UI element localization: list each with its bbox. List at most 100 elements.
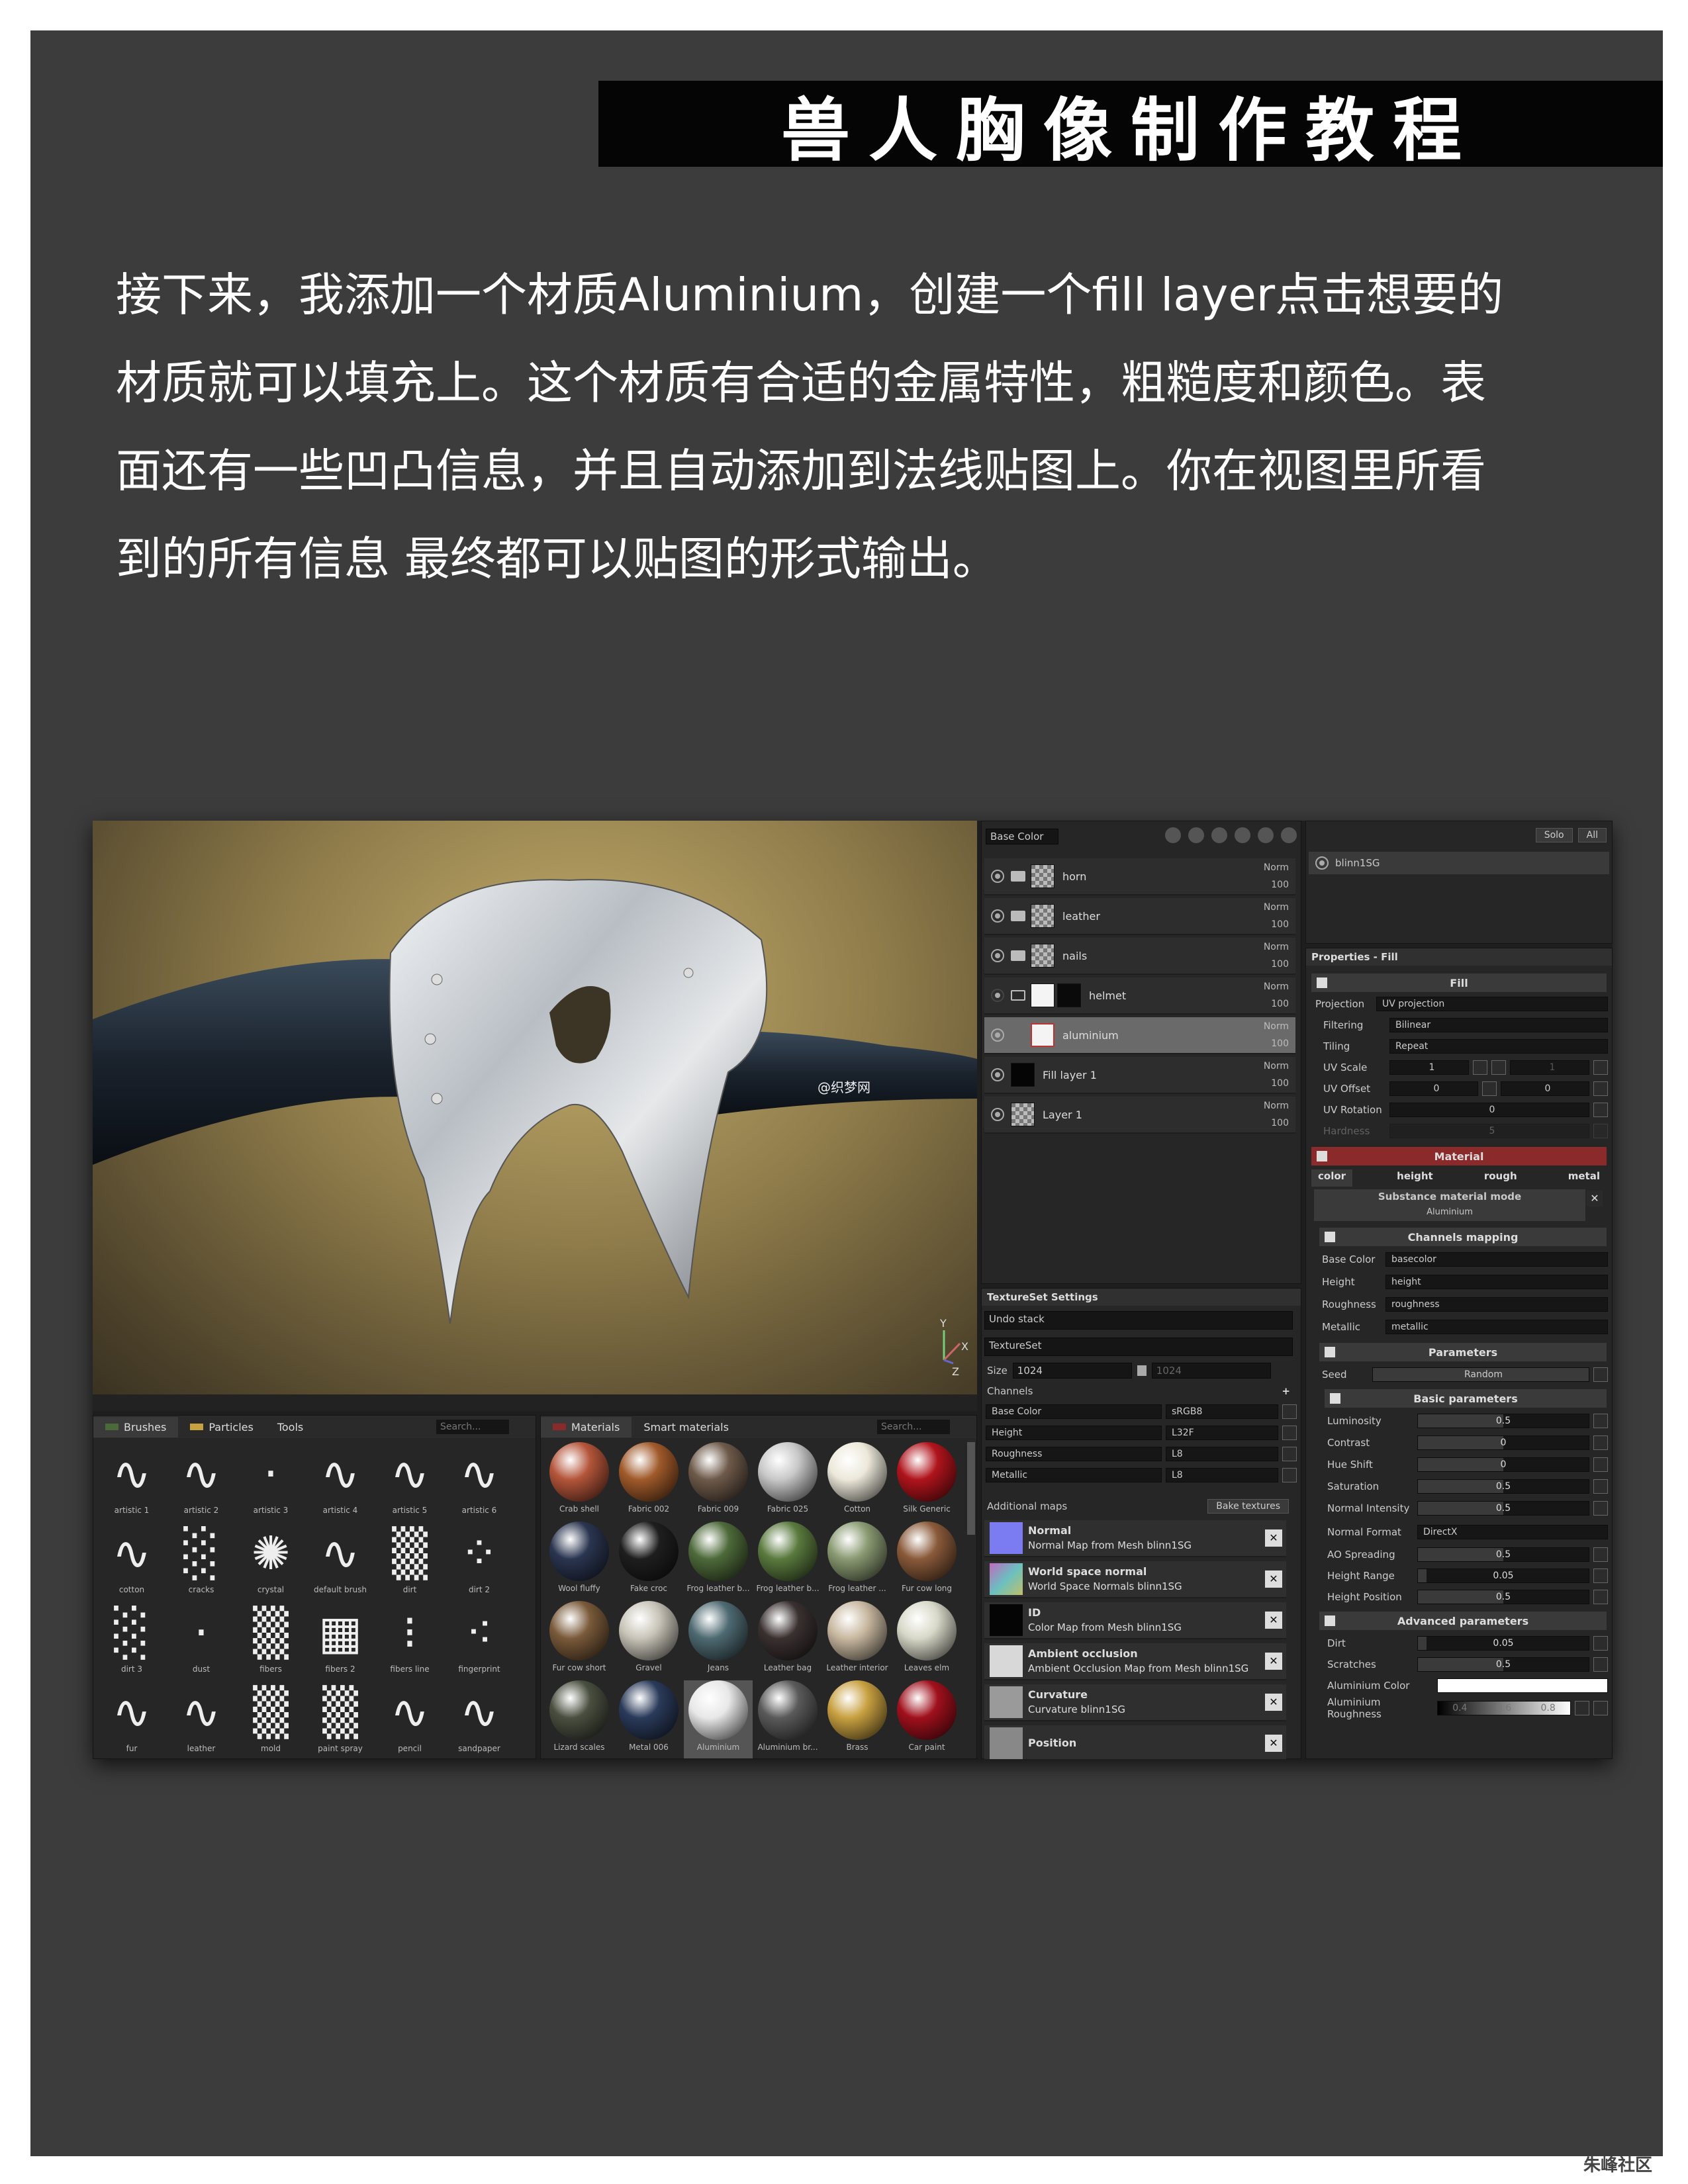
brush-item[interactable]: ∿ default brush	[307, 1524, 373, 1602]
checkbox-icon[interactable]	[1330, 1393, 1340, 1404]
pen-icon[interactable]	[1593, 1457, 1608, 1472]
pen-icon[interactable]	[1482, 1081, 1497, 1096]
brush-item[interactable]: ░ cracks	[168, 1524, 234, 1602]
pen-icon[interactable]	[1593, 1103, 1608, 1117]
material-section-header[interactable]: Material	[1311, 1147, 1607, 1165]
pen-icon[interactable]	[1593, 1501, 1608, 1516]
fill-layer-icon[interactable]	[1234, 827, 1250, 843]
material-item[interactable]: Leather bag	[753, 1601, 822, 1679]
textureset-item[interactable]: blinn1SG	[1309, 852, 1609, 874]
layer-blend[interactable]: Norm	[1264, 1061, 1289, 1071]
tab-smart-materials[interactable]: Smart materials	[632, 1417, 741, 1437]
parameter-slider[interactable]: 0.5	[1417, 1479, 1589, 1494]
brush-item[interactable]: ⁘ dirt 2	[446, 1524, 512, 1602]
parameter-slider[interactable]: 0.05	[1417, 1636, 1589, 1651]
channel-toggle-rough[interactable]: rough	[1477, 1169, 1524, 1187]
brush-item[interactable]: ▒ dirt	[377, 1524, 443, 1602]
close-icon[interactable]: ✕	[1265, 1653, 1282, 1670]
checkbox-icon[interactable]	[1325, 1615, 1335, 1626]
close-icon[interactable]: ✕	[1265, 1694, 1282, 1711]
pen-icon[interactable]	[1593, 1547, 1608, 1562]
channels-mapping-header[interactable]: Channels mapping	[1319, 1228, 1607, 1246]
visibility-eye-icon[interactable]	[991, 949, 1004, 962]
material-item[interactable]: Car paint	[892, 1680, 961, 1758]
mapping-select[interactable]: basecolor	[1385, 1252, 1608, 1267]
layer-blend[interactable]: Norm	[1264, 981, 1289, 992]
all-button[interactable]: All	[1577, 828, 1607, 842]
material-item[interactable]: Fur cow short	[545, 1601, 614, 1679]
pen-icon[interactable]	[1593, 1414, 1608, 1428]
remove-channel-icon[interactable]	[1282, 1404, 1297, 1419]
remove-channel-icon[interactable]	[1282, 1468, 1297, 1482]
channel-format[interactable]: L32F	[1166, 1426, 1278, 1440]
channel-format[interactable]: L8	[1166, 1468, 1278, 1482]
brush-item[interactable]: ⁖ fingerprint	[446, 1604, 512, 1682]
brush-item[interactable]: ∿ fur	[99, 1683, 165, 1759]
checkbox-icon[interactable]	[1325, 1347, 1335, 1357]
uv-scale-input[interactable]: 1	[1389, 1060, 1469, 1075]
pen-icon[interactable]	[1593, 1590, 1608, 1604]
layer-row-aluminium[interactable]: aluminium Norm 100	[984, 1017, 1295, 1054]
layer-blend[interactable]: Norm	[1264, 1101, 1289, 1111]
basic-parameters-header[interactable]: Basic parameters	[1325, 1389, 1607, 1408]
add-mask-icon[interactable]	[1164, 827, 1181, 843]
map-row-curvature[interactable]: Curvature Curvature blinn1SG ✕	[984, 1684, 1286, 1721]
material-item[interactable]: Brass	[823, 1680, 892, 1758]
pen-icon[interactable]	[1593, 1701, 1608, 1715]
pen-icon[interactable]	[1593, 1124, 1608, 1138]
channel-format[interactable]: L8	[1166, 1447, 1278, 1461]
channel-format[interactable]: sRGB8	[1166, 1404, 1278, 1419]
channel-toggle-height[interactable]: height	[1390, 1169, 1440, 1187]
parameter-slider[interactable]: 0.5	[1417, 1414, 1589, 1428]
checkbox-icon[interactable]	[1325, 1232, 1335, 1242]
size-select[interactable]: 1024	[1012, 1363, 1132, 1379]
layer-blend[interactable]: Norm	[1264, 862, 1289, 873]
material-item[interactable]: Fake croc	[614, 1522, 683, 1600]
layer-blend[interactable]: Norm	[1264, 902, 1289, 913]
material-item[interactable]: Frog leather b...	[684, 1522, 753, 1600]
seed-button[interactable]: Random	[1372, 1367, 1589, 1382]
material-item[interactable]: Aluminium br...	[753, 1680, 822, 1758]
visibility-eye-icon[interactable]	[991, 909, 1004, 923]
brush-item[interactable]: ∿ sandpaper	[446, 1683, 512, 1759]
map-row-position[interactable]: Position ✕	[984, 1725, 1286, 1759]
remove-channel-icon[interactable]	[1282, 1447, 1297, 1461]
fill-section-header[interactable]: Fill	[1311, 974, 1607, 992]
delete-layer-icon[interactable]	[1281, 827, 1297, 843]
material-item[interactable]: Lizard scales	[545, 1680, 614, 1758]
mapping-select[interactable]: roughness	[1385, 1297, 1608, 1312]
material-item[interactable]: Fabric 002	[614, 1442, 683, 1520]
ramp-icon[interactable]	[1575, 1701, 1589, 1715]
checkbox-icon[interactable]	[1317, 1151, 1327, 1161]
brush-item[interactable]: ∿ artistic 5	[377, 1445, 443, 1523]
brush-item[interactable]: · dust	[168, 1604, 234, 1682]
visibility-eye-icon[interactable]	[991, 1028, 1004, 1042]
channel-toggle-metal[interactable]: metal	[1562, 1169, 1607, 1187]
material-item[interactable]: Metal 006	[614, 1680, 683, 1758]
material-item[interactable]: Wool fluffy	[545, 1522, 614, 1600]
parameter-slider[interactable]: 0.5	[1417, 1590, 1589, 1604]
checkbox-icon[interactable]	[1317, 978, 1327, 988]
uv-scale-input-2[interactable]: 1	[1510, 1060, 1589, 1075]
pen-icon[interactable]	[1593, 1060, 1608, 1075]
layer-opacity[interactable]: 100	[1271, 999, 1289, 1009]
brush-item[interactable]: ▒ paint spray	[307, 1683, 373, 1759]
layer-opacity[interactable]: 100	[1271, 1078, 1289, 1089]
tab-particles[interactable]: Particles	[178, 1417, 265, 1437]
brush-item[interactable]: ⁝ fibers line	[377, 1604, 443, 1682]
layer-opacity[interactable]: 100	[1271, 959, 1289, 970]
brush-item[interactable]: ▒ mold	[238, 1683, 304, 1759]
tab-brushes[interactable]: Brushes	[93, 1416, 179, 1437]
layer-row-nails[interactable]: nails Norm 100	[984, 938, 1295, 975]
parameter-slider[interactable]: 0.5	[1417, 1547, 1589, 1562]
material-item[interactable]: Aluminium	[684, 1680, 753, 1758]
bake-textures-button[interactable]: Bake textures	[1207, 1499, 1289, 1514]
pen-icon[interactable]	[1593, 1479, 1608, 1494]
brush-item[interactable]: ∿ leather	[168, 1683, 234, 1759]
brush-item[interactable]: ∿ artistic 1	[99, 1445, 165, 1523]
brush-item[interactable]: ▦ fibers 2	[307, 1604, 373, 1682]
brush-item[interactable]: ░ dirt 3	[99, 1604, 165, 1682]
layer-row-fill-layer-1[interactable]: Fill layer 1 Norm 100	[984, 1057, 1295, 1094]
close-icon[interactable]: ✕	[1265, 1529, 1282, 1547]
mapping-select[interactable]: metallic	[1385, 1320, 1608, 1334]
